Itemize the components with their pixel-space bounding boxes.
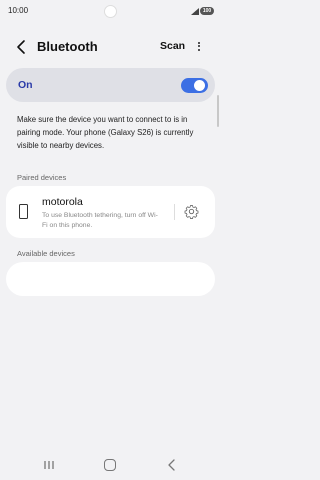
available-devices-list xyxy=(6,262,215,296)
device-name: motorola xyxy=(42,196,83,208)
battery-icon: 100 xyxy=(200,7,214,15)
available-devices-label: Available devices xyxy=(17,249,75,258)
paired-device-item[interactable]: motorola To use Bluetooth tethering, tur… xyxy=(6,186,215,238)
page-title: Bluetooth xyxy=(37,39,98,54)
phone-icon xyxy=(19,204,28,219)
nav-home-icon[interactable] xyxy=(104,459,116,471)
toggle-label: On xyxy=(18,79,33,91)
gear-icon[interactable] xyxy=(184,204,199,219)
back-icon[interactable] xyxy=(14,39,30,55)
divider xyxy=(174,204,175,220)
info-text: Make sure the device you want to connect… xyxy=(17,115,194,150)
status-bar: 10:00 100 xyxy=(0,0,221,22)
navigation-bar xyxy=(0,455,221,480)
bluetooth-toggle-row[interactable]: On xyxy=(6,68,215,102)
more-options-icon[interactable] xyxy=(195,40,203,54)
paired-devices-label: Paired devices xyxy=(17,173,67,182)
camera-cutout xyxy=(104,5,117,18)
nav-recent-icon[interactable] xyxy=(43,460,55,470)
status-time: 10:00 xyxy=(8,6,29,15)
scroll-indicator xyxy=(217,95,219,127)
signal-icon xyxy=(191,8,199,15)
toggle-knob xyxy=(194,80,205,91)
header: Bluetooth Scan xyxy=(0,34,221,60)
scan-button[interactable]: Scan xyxy=(160,40,185,52)
nav-back-icon[interactable] xyxy=(167,459,177,471)
device-description: To use Bluetooth tethering, turn off Wi-… xyxy=(42,212,158,229)
bluetooth-toggle[interactable] xyxy=(181,78,208,93)
